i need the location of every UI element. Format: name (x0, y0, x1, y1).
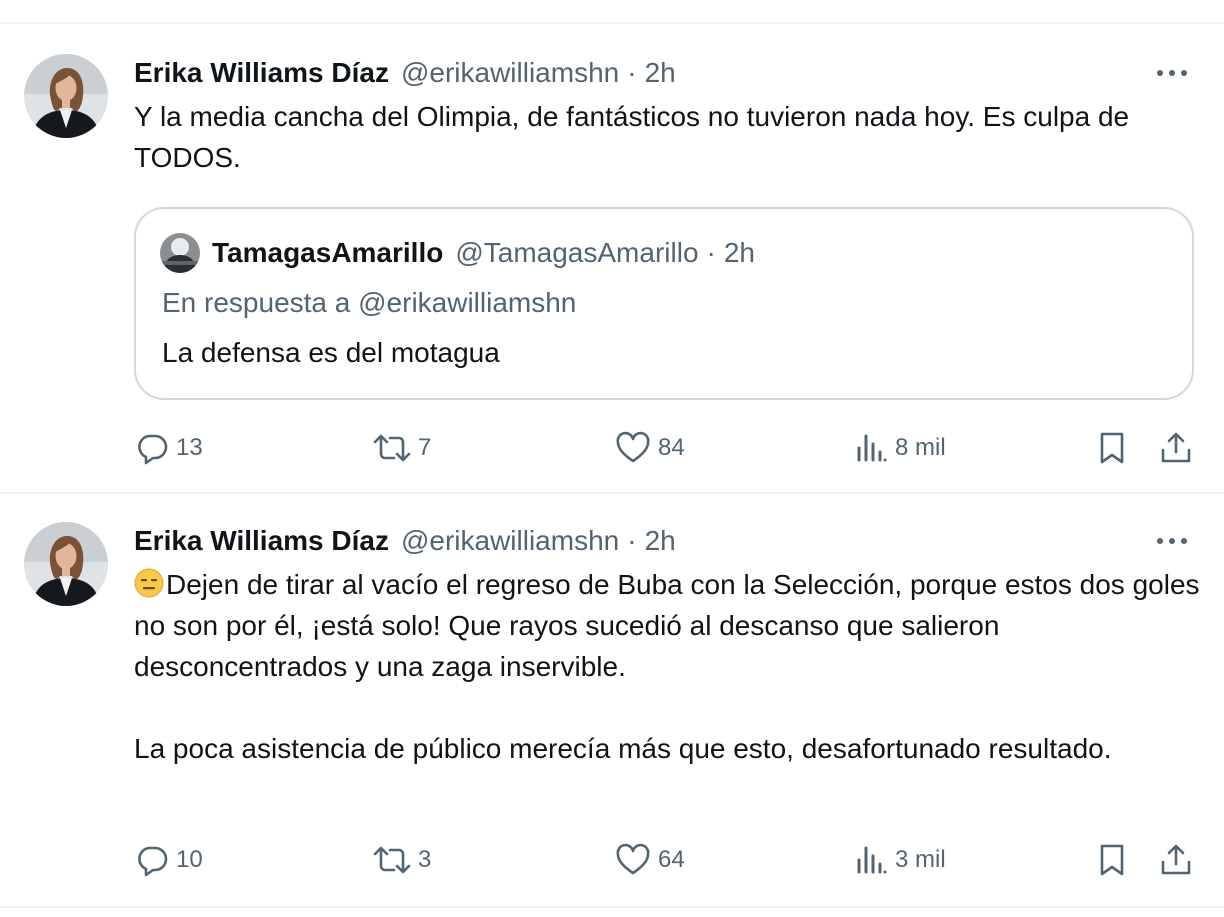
views-bar-icon (855, 430, 889, 466)
author-name[interactable]: Erika Williams Díaz (134, 525, 389, 557)
quoted-header: TamagasAmarillo @TamagasAmarillo · 2h (212, 233, 755, 273)
avatar-image (24, 54, 108, 138)
reply-button[interactable]: 10 (134, 840, 203, 880)
bookmark-button[interactable] (1094, 840, 1130, 880)
tweet-paragraph: Dejen de tirar al vacío el regreso de Bu… (134, 564, 1204, 687)
share-button[interactable] (1158, 840, 1194, 880)
tweet-text: Dejen de tirar al vacío el regreso de Bu… (134, 564, 1204, 769)
tweet-text: Y la media cancha del Olimpia, de fantás… (134, 96, 1134, 178)
views-count: 8 mil (895, 434, 946, 461)
retweet-count: 3 (418, 846, 432, 873)
bookmark-button[interactable] (1094, 428, 1130, 468)
more-options-button[interactable] (1152, 521, 1192, 561)
bookmark-icon (1094, 430, 1130, 466)
retweet-icon (372, 842, 412, 878)
separator-dot: · (627, 525, 637, 556)
quoted-reply-context: En respuesta a @erikawilliamshn (162, 287, 577, 318)
quoted-time[interactable]: 2h (724, 237, 755, 269)
share-icon (1158, 842, 1194, 878)
tweet-paragraph: La poca asistencia de público merecía má… (134, 733, 1112, 764)
retweet-icon (372, 430, 412, 466)
quoted-author-name[interactable]: TamagasAmarillo (212, 237, 443, 269)
share-button[interactable] (1158, 428, 1194, 468)
share-icon (1158, 430, 1194, 466)
author-handle[interactable]: @erikawilliamshn (401, 57, 619, 89)
author-handle[interactable]: @erikawilliamshn (401, 525, 619, 557)
tweet-paragraph-text: Dejen de tirar al vacío el regreso de Bu… (134, 569, 1200, 682)
retweet-count: 7 (418, 434, 432, 461)
tweet-time[interactable]: 2h (645, 57, 676, 89)
reply-count: 13 (176, 434, 203, 461)
like-button[interactable]: 84 (614, 428, 685, 468)
like-count: 84 (658, 434, 685, 461)
quoted-text: La defensa es del motagua (162, 337, 500, 368)
avatar-image (24, 522, 108, 606)
bookmark-icon (1094, 842, 1130, 878)
quoted-avatar[interactable] (160, 233, 200, 273)
quoted-tweet[interactable]: TamagasAmarillo @TamagasAmarillo · 2h En… (134, 207, 1194, 400)
tweet-header: Erika Williams Díaz @erikawilliamshn · 2… (134, 53, 676, 93)
separator-dot: · (627, 57, 637, 88)
expressionless-face-icon (134, 568, 164, 598)
views-count: 3 mil (895, 846, 946, 873)
author-name[interactable]: Erika Williams Díaz (134, 57, 389, 89)
avatar[interactable] (24, 522, 108, 606)
retweet-button[interactable]: 7 (372, 428, 431, 468)
retweet-button[interactable]: 3 (372, 840, 431, 880)
tweet-paragraph: Y la media cancha del Olimpia, de fantás… (134, 101, 1130, 173)
timeline-feed: Erika Williams Díaz @erikawilliamshn · 2… (0, 0, 1224, 917)
separator-dot: · (706, 237, 716, 268)
views-bar-icon (855, 842, 889, 878)
reply-icon (134, 430, 170, 466)
more-horizontal-icon (1155, 536, 1189, 546)
tweet-divider (0, 906, 1224, 908)
tweet[interactable]: Erika Williams Díaz @erikawilliamshn · 2… (0, 494, 1224, 908)
heart-icon (614, 842, 652, 878)
reply-count: 10 (176, 846, 203, 873)
views-button[interactable]: 8 mil (855, 428, 946, 468)
tweet-time[interactable]: 2h (645, 525, 676, 557)
views-button[interactable]: 3 mil (855, 840, 946, 880)
avatar[interactable] (24, 54, 108, 138)
more-options-button[interactable] (1152, 53, 1192, 93)
reply-icon (134, 842, 170, 878)
tweet-header: Erika Williams Díaz @erikawilliamshn · 2… (134, 521, 676, 561)
quoted-author-handle[interactable]: @TamagasAmarillo (455, 237, 698, 269)
reply-button[interactable]: 13 (134, 428, 203, 468)
like-count: 64 (658, 846, 685, 873)
like-button[interactable]: 64 (614, 840, 685, 880)
tweet[interactable]: Erika Williams Díaz @erikawilliamshn · 2… (0, 24, 1224, 492)
more-horizontal-icon (1155, 68, 1189, 78)
quoted-avatar-image (160, 233, 200, 273)
heart-icon (614, 430, 652, 466)
